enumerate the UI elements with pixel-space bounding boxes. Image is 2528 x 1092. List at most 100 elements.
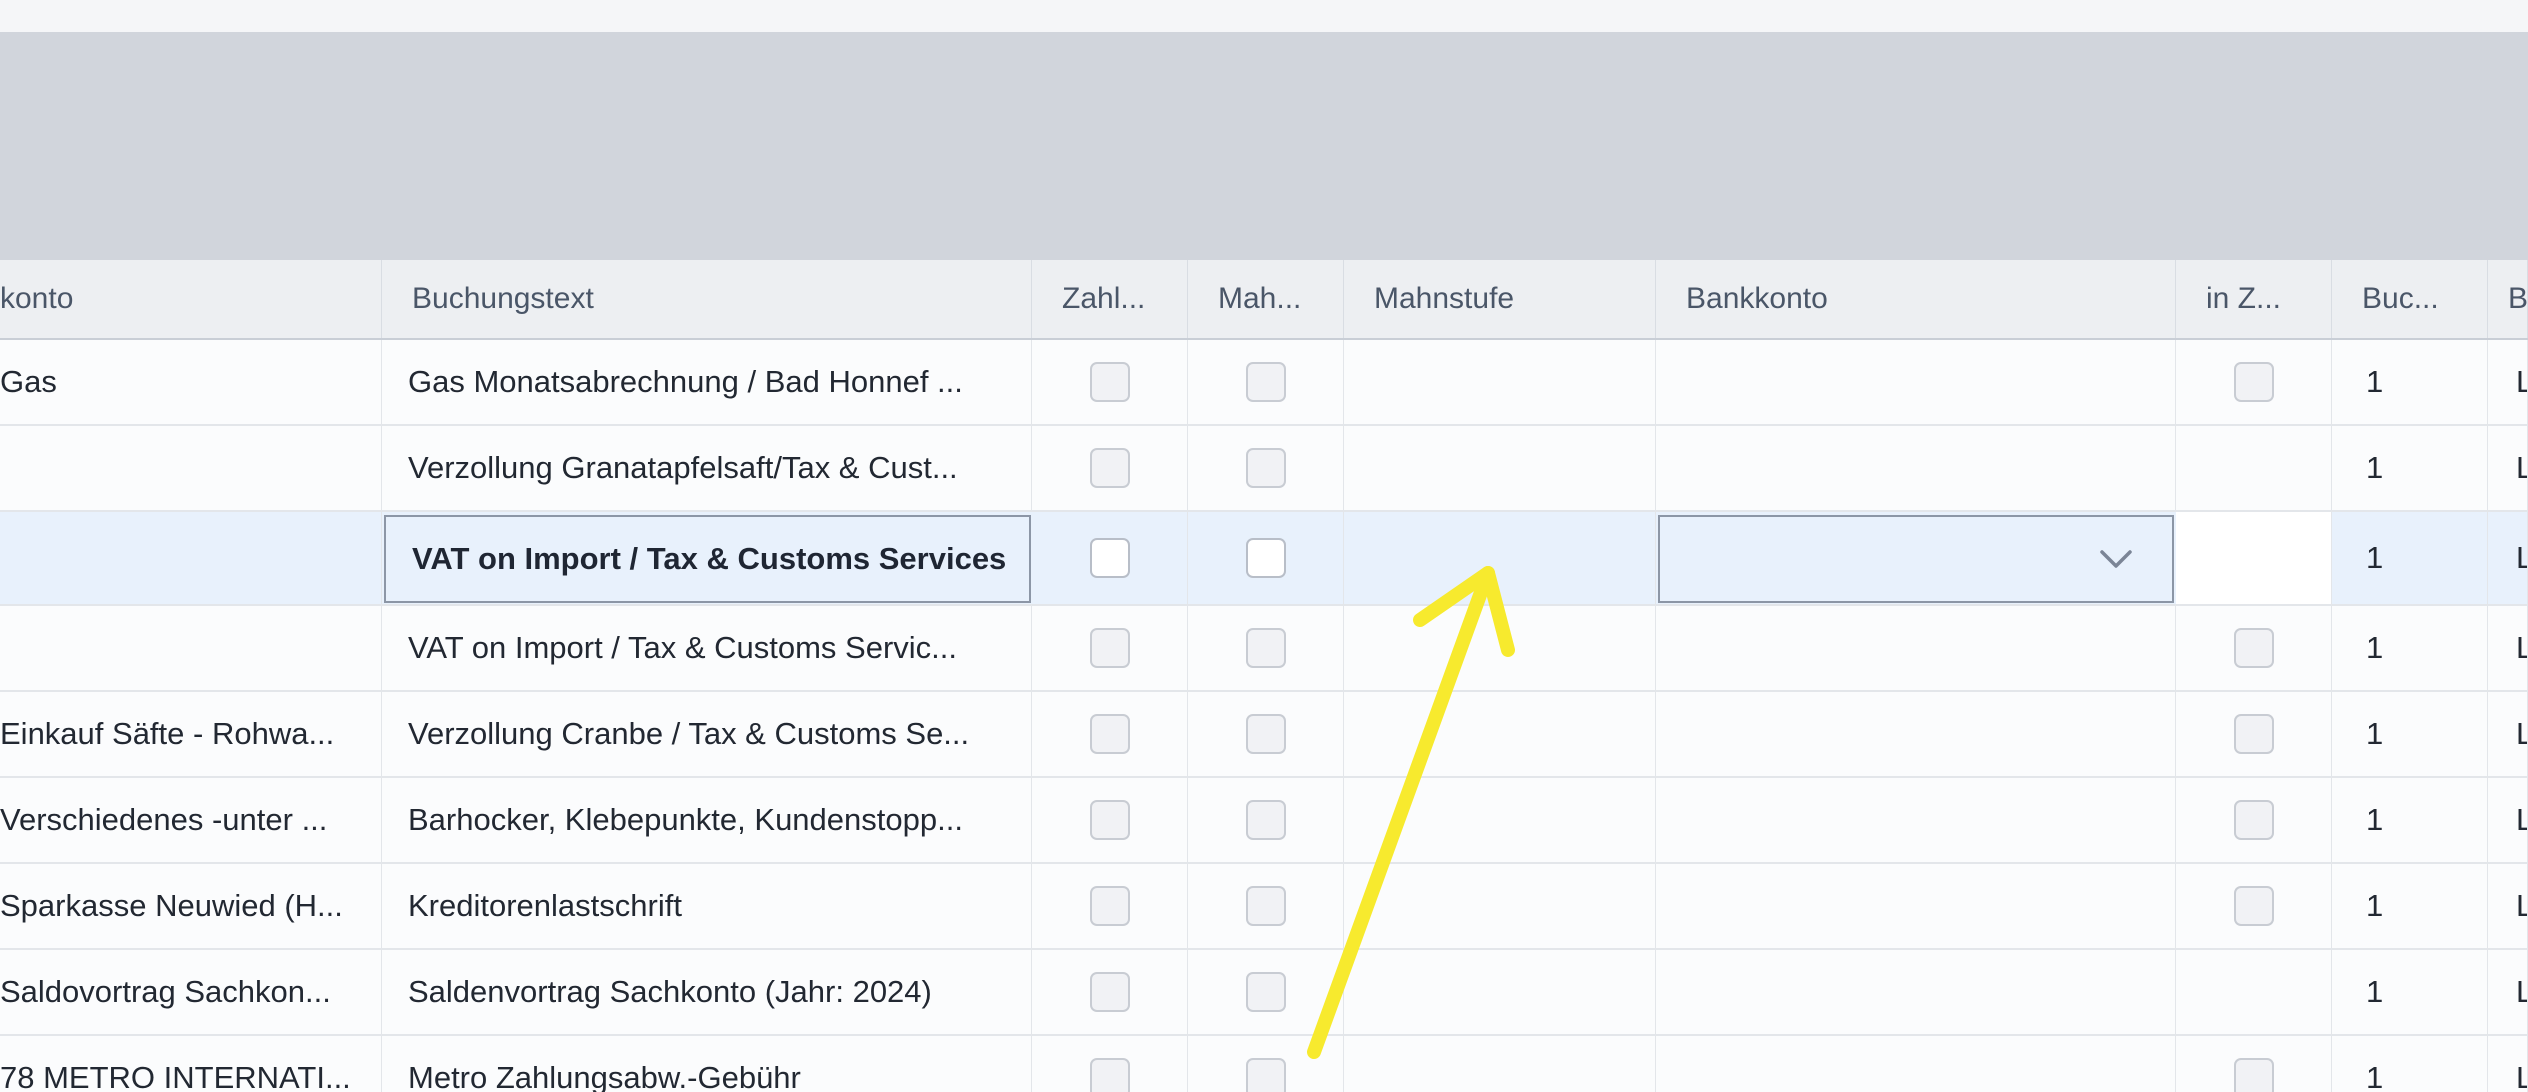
cell-buc: 1 (2332, 864, 2488, 948)
zahl-checkbox[interactable] (1089, 538, 1130, 578)
mah-checkbox[interactable] (1245, 714, 1286, 754)
in-zahlung-checkbox[interactable] (2233, 714, 2274, 754)
cell-bankkonto[interactable] (1656, 340, 2176, 424)
table-row-selected[interactable]: VAT on Import / Tax & Customs Services 1… (0, 512, 2528, 606)
cell-buc: 1 (2332, 340, 2488, 424)
cell-konto (0, 512, 382, 604)
buchungstext-edit-input[interactable]: VAT on Import / Tax & Customs Services (384, 515, 1031, 603)
cell-buc: 1 (2332, 692, 2488, 776)
zahl-checkbox[interactable] (1089, 886, 1130, 926)
grid-header: konto Buchungstext Zahl... Mah... Mahnst… (0, 260, 2528, 340)
column-header-mahnstufe[interactable]: Mahnstufe (1344, 260, 1656, 338)
cell-buchungstext: Verzollung Granatapfelsaft/Tax & Cust... (382, 426, 1032, 510)
mah-checkbox[interactable] (1245, 448, 1286, 488)
zahl-checkbox[interactable] (1089, 1058, 1130, 1092)
cell-mahnstufe[interactable] (1344, 512, 1656, 604)
cell-bankkonto[interactable] (1656, 692, 2176, 776)
cell-last: L (2488, 864, 2528, 948)
cell-in-zahlung (2176, 950, 2332, 1034)
cell-mah (1188, 778, 1344, 862)
mah-checkbox[interactable] (1245, 800, 1286, 840)
bookings-grid: konto Buchungstext Zahl... Mah... Mahnst… (0, 260, 2528, 1092)
cell-konto: Sparkasse Neuwied (H... (0, 864, 382, 948)
mah-checkbox[interactable] (1245, 886, 1286, 926)
cell-buc: 1 (2332, 950, 2488, 1034)
cell-konto: Verschiedenes -unter ... (0, 778, 382, 862)
cell-konto: 78 METRO INTERNATI... (0, 1036, 382, 1092)
cell-last: L (2488, 340, 2528, 424)
table-row[interactable]: VAT on Import / Tax & Customs Servic... … (0, 606, 2528, 692)
mah-checkbox[interactable] (1245, 538, 1286, 578)
zahl-checkbox[interactable] (1089, 362, 1130, 402)
column-header-last[interactable]: B (2488, 260, 2528, 338)
cell-last: L (2488, 692, 2528, 776)
cell-last: L (2488, 426, 2528, 510)
cell-buchungstext: VAT on Import / Tax & Customs Servic... (382, 606, 1032, 690)
cell-bankkonto[interactable] (1656, 778, 2176, 862)
zahl-checkbox[interactable] (1089, 628, 1130, 668)
cell-buchungstext: Gas Monatsabrechnung / Bad Honnef ... (382, 340, 1032, 424)
cell-last: L (2488, 1036, 2528, 1092)
cell-bankkonto[interactable] (1656, 950, 2176, 1034)
column-header-buc[interactable]: Buc... (2332, 260, 2488, 338)
cell-bankkonto[interactable] (1656, 606, 2176, 690)
cell-in-zahlung[interactable] (2176, 512, 2332, 604)
cell-konto (0, 426, 382, 510)
table-row[interactable]: Verzollung Granatapfelsaft/Tax & Cust...… (0, 426, 2528, 512)
cell-mah (1188, 426, 1344, 510)
table-row[interactable]: Saldovortrag Sachkon... Saldenvortrag Sa… (0, 950, 2528, 1036)
cell-in-zahlung (2176, 1036, 2332, 1092)
cell-mahnstufe[interactable] (1344, 950, 1656, 1034)
table-row[interactable]: Einkauf Säfte - Rohwa... Verzollung Cran… (0, 692, 2528, 778)
cell-zahl (1032, 864, 1188, 948)
cell-mahnstufe[interactable] (1344, 426, 1656, 510)
cell-mah (1188, 692, 1344, 776)
app-window: konto Buchungstext Zahl... Mah... Mahnst… (0, 0, 2528, 1092)
cell-bankkonto[interactable] (1656, 426, 2176, 510)
in-zahlung-checkbox[interactable] (2233, 886, 2274, 926)
cell-zahl (1032, 692, 1188, 776)
zahl-checkbox[interactable] (1089, 972, 1130, 1012)
column-header-konto[interactable]: konto (0, 260, 382, 338)
column-header-bankkonto[interactable]: Bankkonto (1656, 260, 2176, 338)
cell-buchungstext: Verzollung Cranbe / Tax & Customs Se... (382, 692, 1032, 776)
cell-mahnstufe[interactable] (1344, 778, 1656, 862)
zahl-checkbox[interactable] (1089, 448, 1130, 488)
table-row[interactable]: Sparkasse Neuwied (H... Kreditorenlastsc… (0, 864, 2528, 950)
cell-mahnstufe[interactable] (1344, 340, 1656, 424)
cell-zahl (1032, 1036, 1188, 1092)
column-header-in-zahlung[interactable]: in Z... (2176, 260, 2332, 338)
cell-in-zahlung (2176, 864, 2332, 948)
in-zahlung-checkbox[interactable] (2233, 800, 2274, 840)
in-zahlung-checkbox[interactable] (2233, 628, 2274, 668)
zahl-checkbox[interactable] (1089, 714, 1130, 754)
column-header-zahl[interactable]: Zahl... (1032, 260, 1188, 338)
cell-mahnstufe[interactable] (1344, 692, 1656, 776)
chevron-down-icon[interactable] (2096, 539, 2136, 579)
cell-mahnstufe[interactable] (1344, 606, 1656, 690)
cell-zahl (1032, 950, 1188, 1034)
cell-mahnstufe[interactable] (1344, 864, 1656, 948)
cell-buchungstext: Saldenvortrag Sachkonto (Jahr: 2024) (382, 950, 1032, 1034)
cell-mahnstufe[interactable] (1344, 1036, 1656, 1092)
cell-last: L (2488, 512, 2528, 604)
cell-konto: Gas (0, 340, 382, 424)
column-header-mah[interactable]: Mah... (1188, 260, 1344, 338)
mah-checkbox[interactable] (1245, 1058, 1286, 1092)
in-zahlung-checkbox[interactable] (2233, 362, 2274, 402)
cell-zahl (1032, 606, 1188, 690)
cell-bankkonto[interactable] (1656, 864, 2176, 948)
mah-checkbox[interactable] (1245, 362, 1286, 402)
table-row[interactable]: Gas Gas Monatsabrechnung / Bad Honnef ..… (0, 340, 2528, 426)
table-row[interactable]: Verschiedenes -unter ... Barhocker, Kleb… (0, 778, 2528, 864)
mah-checkbox[interactable] (1245, 628, 1286, 668)
column-header-buchungstext[interactable]: Buchungstext (382, 260, 1032, 338)
in-zahlung-checkbox[interactable] (2233, 1058, 2274, 1092)
cell-in-zahlung (2176, 778, 2332, 862)
cell-mah (1188, 340, 1344, 424)
zahl-checkbox[interactable] (1089, 800, 1130, 840)
table-row[interactable]: 78 METRO INTERNATI... Metro Zahlungsabw.… (0, 1036, 2528, 1092)
bankkonto-select[interactable] (1658, 515, 2174, 603)
mah-checkbox[interactable] (1245, 972, 1286, 1012)
cell-bankkonto[interactable] (1656, 1036, 2176, 1092)
